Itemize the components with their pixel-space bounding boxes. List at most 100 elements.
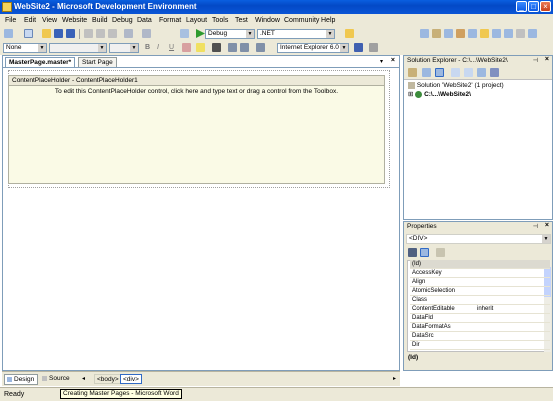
document-outline-icon[interactable] [492,29,501,38]
font-size-select[interactable]: ▼ [109,43,139,53]
tab-masterpage[interactable]: MasterPage.master* [5,57,76,67]
justify-icon[interactable] [212,43,221,52]
italic-icon[interactable]: I [157,43,166,52]
tab-start-page[interactable]: Start Page [78,57,117,67]
menu-website[interactable]: Website [62,16,87,25]
menu-community[interactable]: Community [284,16,319,25]
solution-explorer-icon[interactable] [420,29,429,38]
error-list-icon[interactable] [504,29,513,38]
bold-icon[interactable]: B [145,43,154,52]
property-row[interactable]: AtomicSelection [410,287,550,296]
close-document-icon[interactable]: × [391,57,395,64]
tab-menu-icon[interactable]: ▾ [380,58,383,65]
navigate-icon[interactable] [180,29,189,38]
property-row[interactable]: Class [410,296,550,305]
property-row[interactable]: DataFormatAs [410,323,550,332]
tag-body[interactable]: <body> [94,374,122,384]
pin-icon[interactable]: ⊣ [533,57,538,64]
paste-icon[interactable] [108,29,117,38]
menu-edit[interactable]: Edit [24,16,36,25]
view-tabs-bar: Design Source ◂ <body> <div> ▸ [2,371,400,386]
bullets-icon[interactable] [228,43,237,52]
indent-icon[interactable] [256,43,265,52]
solution-config-select[interactable]: Debug ▼ [205,29,255,39]
class-view-icon[interactable] [468,29,477,38]
menu-view[interactable]: View [42,16,57,25]
server-explorer-icon[interactable] [480,29,489,38]
solution-platform-select[interactable]: .NET ▼ [257,29,335,39]
pin-icon[interactable]: ⊣ [533,223,538,230]
scroll-right-icon[interactable]: ▸ [393,375,396,382]
property-row[interactable]: Dir [410,341,550,350]
selected-object-value: <DIV> [409,235,428,242]
add-item-icon[interactable] [24,29,33,38]
close-panel-icon[interactable]: × [545,222,549,229]
save-icon[interactable] [54,29,63,38]
back-color-icon[interactable] [196,43,205,52]
menu-tools[interactable]: Tools [212,16,228,25]
toolbox-icon[interactable] [456,29,465,38]
maximize-button[interactable]: □ [528,1,539,12]
property-row[interactable]: (Id) [410,260,550,269]
object-browser-icon[interactable] [444,29,453,38]
new-project-icon[interactable] [4,29,13,38]
view-code-icon[interactable] [451,68,460,77]
property-row[interactable]: Align [410,278,550,287]
menu-file[interactable]: File [5,16,16,25]
menu-layout[interactable]: Layout [186,16,207,25]
minimize-button[interactable]: _ [516,1,527,12]
menu-data[interactable]: Data [137,16,152,25]
source-tab[interactable]: Source [40,374,74,385]
check-accessibility-icon[interactable] [354,43,363,52]
open-icon[interactable] [42,29,51,38]
properties-icon[interactable] [408,68,417,77]
property-row[interactable]: DataFld [410,314,550,323]
redo-icon[interactable] [142,29,151,38]
undo-icon[interactable] [124,29,133,38]
menu-build[interactable]: Build [92,16,108,25]
property-row[interactable]: DataSrc [410,332,550,341]
menu-format[interactable]: Format [159,16,181,25]
property-row[interactable]: AccessKey [410,269,550,278]
menu-window[interactable]: Window [255,16,280,25]
object-select[interactable]: <DIV> ▼ [406,234,551,244]
design-tab[interactable]: Design [4,374,38,385]
project-node[interactable]: ⊞ C:\...\WebSite2\ [408,90,471,99]
close-button[interactable]: × [540,1,551,12]
menu-test[interactable]: Test [235,16,248,25]
menu-help[interactable]: Help [321,16,335,25]
copy-website-icon[interactable] [477,68,486,77]
numbering-icon[interactable] [240,43,249,52]
property-key: DataFld [412,315,434,321]
copy-icon[interactable] [96,29,105,38]
close-panel-icon[interactable]: × [545,56,549,63]
save-all-icon[interactable] [66,29,75,38]
refresh-icon[interactable] [422,68,431,77]
property-row[interactable]: ContentEditable inherit [410,305,550,314]
properties-icon[interactable] [432,29,441,38]
property-key: ContentEditable [412,306,455,312]
underline-icon[interactable]: U [169,43,178,52]
asp-config-icon[interactable] [490,68,499,77]
view-designer-icon[interactable] [464,68,473,77]
target-browser-select[interactable]: Internet Explorer 6.0 ▼ [277,43,349,53]
categorized-icon[interactable] [408,248,417,257]
property-value[interactable]: inherit [477,305,493,314]
tools-icon[interactable] [516,29,525,38]
fore-color-icon[interactable] [182,43,191,52]
start-page-icon[interactable] [528,29,537,38]
solution-node[interactable]: Solution 'WebSite2' (1 project) [408,81,504,90]
property-pages-icon[interactable] [436,248,445,257]
scroll-left-icon[interactable]: ◂ [82,375,85,382]
block-format-select[interactable]: None ▼ [3,43,47,53]
cut-icon[interactable] [84,29,93,38]
spell-check-icon[interactable] [369,43,378,52]
tag-div[interactable]: <div> [120,374,142,384]
expand-icon[interactable]: ⊞ [408,91,413,98]
start-debug-icon[interactable] [196,29,205,38]
find-in-files-icon[interactable] [345,29,354,38]
nest-files-icon[interactable] [435,68,444,77]
alphabetical-icon[interactable] [420,248,429,257]
menu-debug[interactable]: Debug [112,16,133,25]
font-name-select[interactable]: ▼ [49,43,107,53]
